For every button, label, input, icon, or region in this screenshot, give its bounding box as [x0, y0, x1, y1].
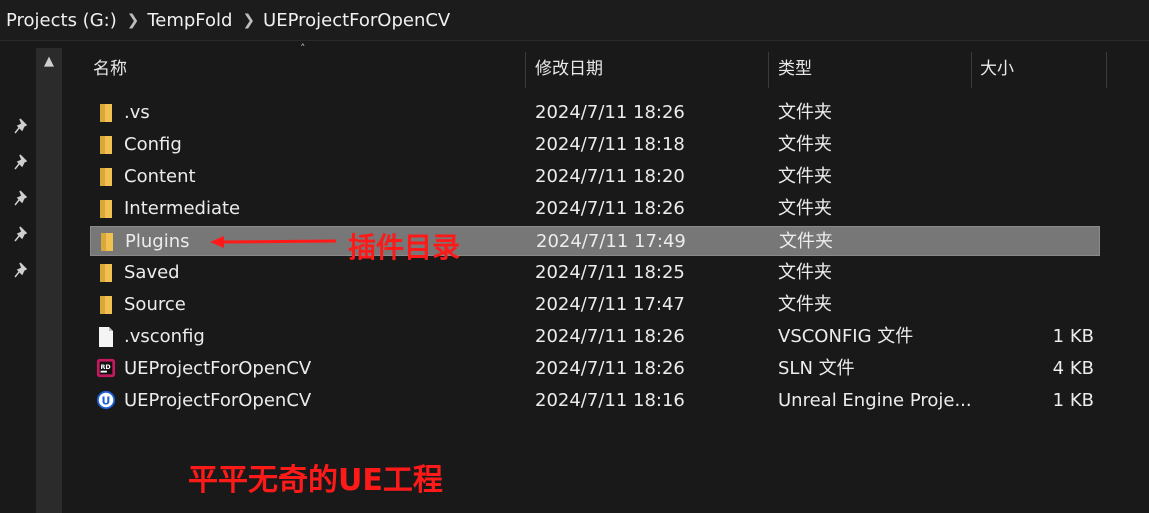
- sort-ascending-icon: ˄: [300, 42, 306, 55]
- file-row[interactable]: Content 2024/7/11 18:20 文件夹: [90, 162, 1100, 192]
- file-name: .vs: [124, 102, 150, 123]
- pin-icon[interactable]: [13, 225, 31, 243]
- column-divider[interactable]: [768, 52, 769, 88]
- rider-sln-icon: RD: [96, 358, 116, 380]
- file-modified-date: 2024/7/11 18:26: [535, 102, 685, 123]
- chevron-right-icon[interactable]: ❯: [232, 11, 263, 29]
- file-name: .vsconfig: [124, 326, 205, 347]
- file-row[interactable]: .vs 2024/7/11 18:26 文件夹: [90, 98, 1100, 128]
- pin-icon[interactable]: [13, 117, 31, 135]
- file-row[interactable]: U UEProjectForOpenCV 2024/7/11 18:16 Unreal…: [90, 386, 1100, 416]
- file-type: VSCONFIG 文件: [778, 326, 914, 347]
- svg-text:RD: RD: [101, 364, 111, 371]
- unreal-engine-icon: U: [96, 390, 116, 412]
- file-row[interactable]: Saved 2024/7/11 18:25 文件夹: [90, 258, 1100, 288]
- column-divider[interactable]: [971, 52, 972, 88]
- file-row[interactable]: .vsconfig 2024/7/11 18:26 VSCONFIG 文件 1 KB: [90, 322, 1100, 352]
- file-name: Intermediate: [124, 198, 241, 219]
- breadcrumb-tempfold[interactable]: TempFold: [147, 10, 232, 31]
- file-row[interactable]: Source 2024/7/11 17:47 文件夹: [90, 290, 1100, 320]
- file-row[interactable]: Intermediate 2024/7/11 18:26 文件夹: [90, 194, 1100, 224]
- breadcrumb-projects-drive[interactable]: Projects (G:): [0, 10, 117, 31]
- file-name: Content: [124, 166, 196, 187]
- breadcrumb-current-folder[interactable]: UEProjectForOpenCV: [263, 10, 450, 31]
- file-name: Plugins: [125, 231, 190, 252]
- address-bar[interactable]: Projects (G:) ❯ TempFold ❯ UEProjectForO…: [0, 0, 1149, 41]
- svg-text:U: U: [101, 395, 110, 408]
- folder-icon: [96, 198, 116, 220]
- file-modified-date: 2024/7/11 18:18: [535, 134, 685, 155]
- folder-icon: [96, 262, 116, 284]
- file-size: 1 KB: [1052, 326, 1094, 347]
- pin-icon[interactable]: [13, 261, 31, 279]
- file-type: Unreal Engine Proje...: [778, 390, 972, 411]
- pin-icon[interactable]: [13, 153, 31, 171]
- file-modified-date: 2024/7/11 17:47: [535, 294, 685, 315]
- folder-icon: [96, 102, 116, 124]
- chevron-up-icon[interactable]: ▲: [36, 50, 62, 72]
- column-header-name[interactable]: 名称: [93, 48, 127, 90]
- file-name: Saved: [124, 262, 180, 283]
- annotation-footer-label: 平平无奇的UE工程: [188, 463, 443, 498]
- file-name: UEProjectForOpenCV: [124, 358, 312, 379]
- file-modified-date: 2024/7/11 18:26: [535, 358, 685, 379]
- file-type: 文件夹: [779, 231, 833, 252]
- pin-icon[interactable]: [13, 189, 31, 207]
- column-header-date[interactable]: 修改日期: [535, 48, 603, 90]
- file-modified-date: 2024/7/11 18:20: [535, 166, 685, 187]
- file-modified-date: 2024/7/11 18:26: [535, 326, 685, 347]
- column-header-type[interactable]: 类型: [778, 48, 812, 90]
- file-modified-date: 2024/7/11 18:16: [535, 390, 685, 411]
- file-type: 文件夹: [778, 166, 832, 187]
- file-name: Config: [124, 134, 182, 155]
- file-type: 文件夹: [778, 102, 832, 123]
- folder-icon: [96, 166, 116, 188]
- file-icon: [96, 326, 116, 348]
- column-header-row: ˄ 名称 修改日期 类型 大小: [62, 42, 1149, 90]
- column-divider[interactable]: [1106, 52, 1107, 88]
- file-row[interactable]: RD UEProjectForOpenCV 2024/7/11 18:26 SLN 文…: [90, 354, 1100, 384]
- file-type: SLN 文件: [778, 358, 855, 379]
- annotation-plugins-label: 插件目录: [348, 231, 461, 264]
- folder-icon: [96, 294, 116, 316]
- column-divider[interactable]: [525, 52, 526, 88]
- file-size: 4 KB: [1052, 358, 1094, 379]
- annotation-arrow: [210, 236, 337, 248]
- file-name: UEProjectForOpenCV: [124, 390, 312, 411]
- file-type: 文件夹: [778, 198, 832, 219]
- file-row[interactable]: Config 2024/7/11 18:18 文件夹: [90, 130, 1100, 160]
- file-size: 1 KB: [1052, 390, 1094, 411]
- folder-icon: [96, 134, 116, 156]
- file-modified-date: 2024/7/11 18:25: [535, 262, 685, 283]
- file-type: 文件夹: [778, 134, 832, 155]
- file-type: 文件夹: [778, 294, 832, 315]
- file-type: 文件夹: [778, 262, 832, 283]
- nav-pane-scrollbar[interactable]: [36, 48, 62, 513]
- file-name: Source: [124, 294, 186, 315]
- file-modified-date: 2024/7/11 18:26: [535, 198, 685, 219]
- folder-icon: [97, 231, 117, 253]
- file-modified-date: 2024/7/11 17:49: [536, 231, 686, 252]
- chevron-right-icon[interactable]: ❯: [117, 11, 148, 29]
- column-header-size[interactable]: 大小: [980, 48, 1014, 90]
